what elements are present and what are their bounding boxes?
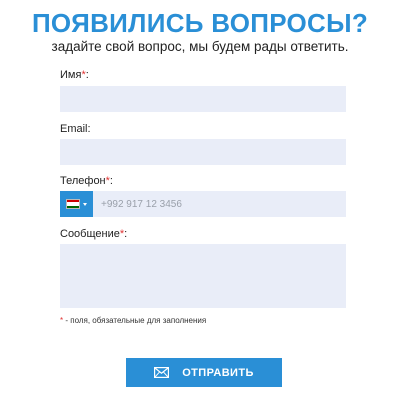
email-label: Email:: [60, 123, 91, 135]
label-colon: :: [124, 228, 128, 240]
label-colon: :: [109, 175, 113, 187]
submit-button[interactable]: ОТПРАВИТЬ: [126, 358, 282, 387]
label-colon: :: [85, 69, 89, 81]
country-code-dropdown[interactable]: [60, 191, 93, 217]
tajikistan-flag-icon: [66, 199, 80, 209]
email-input[interactable]: [60, 139, 346, 165]
submit-button-label: ОТПРАВИТЬ: [182, 366, 254, 379]
message-label: Сообщение*:: [60, 228, 127, 240]
contact-form-page: ПОЯВИЛИСЬ ВОПРОСЫ? задайте свой вопрос, …: [0, 0, 400, 400]
envelope-icon: [154, 367, 170, 378]
required-note-text: - поля, обязательные для заполнения: [63, 316, 207, 325]
page-title: ПОЯВИЛИСЬ ВОПРОСЫ?: [31, 8, 369, 38]
phone-input[interactable]: [93, 191, 346, 217]
name-label: Имя*:: [60, 69, 89, 81]
chevron-down-icon: [83, 202, 87, 206]
phone-field: [60, 191, 346, 217]
phone-label-text: Телефон: [60, 175, 106, 187]
message-textarea[interactable]: [60, 244, 346, 308]
message-label-text: Сообщение: [60, 228, 120, 240]
name-label-text: Имя: [60, 69, 82, 81]
page-subtitle: задайте свой вопрос, мы будем рады ответ…: [51, 39, 349, 54]
phone-label: Телефон*:: [60, 175, 113, 187]
required-fields-note: * - поля, обязательные для заполнения: [60, 316, 206, 325]
name-input[interactable]: [60, 86, 346, 112]
